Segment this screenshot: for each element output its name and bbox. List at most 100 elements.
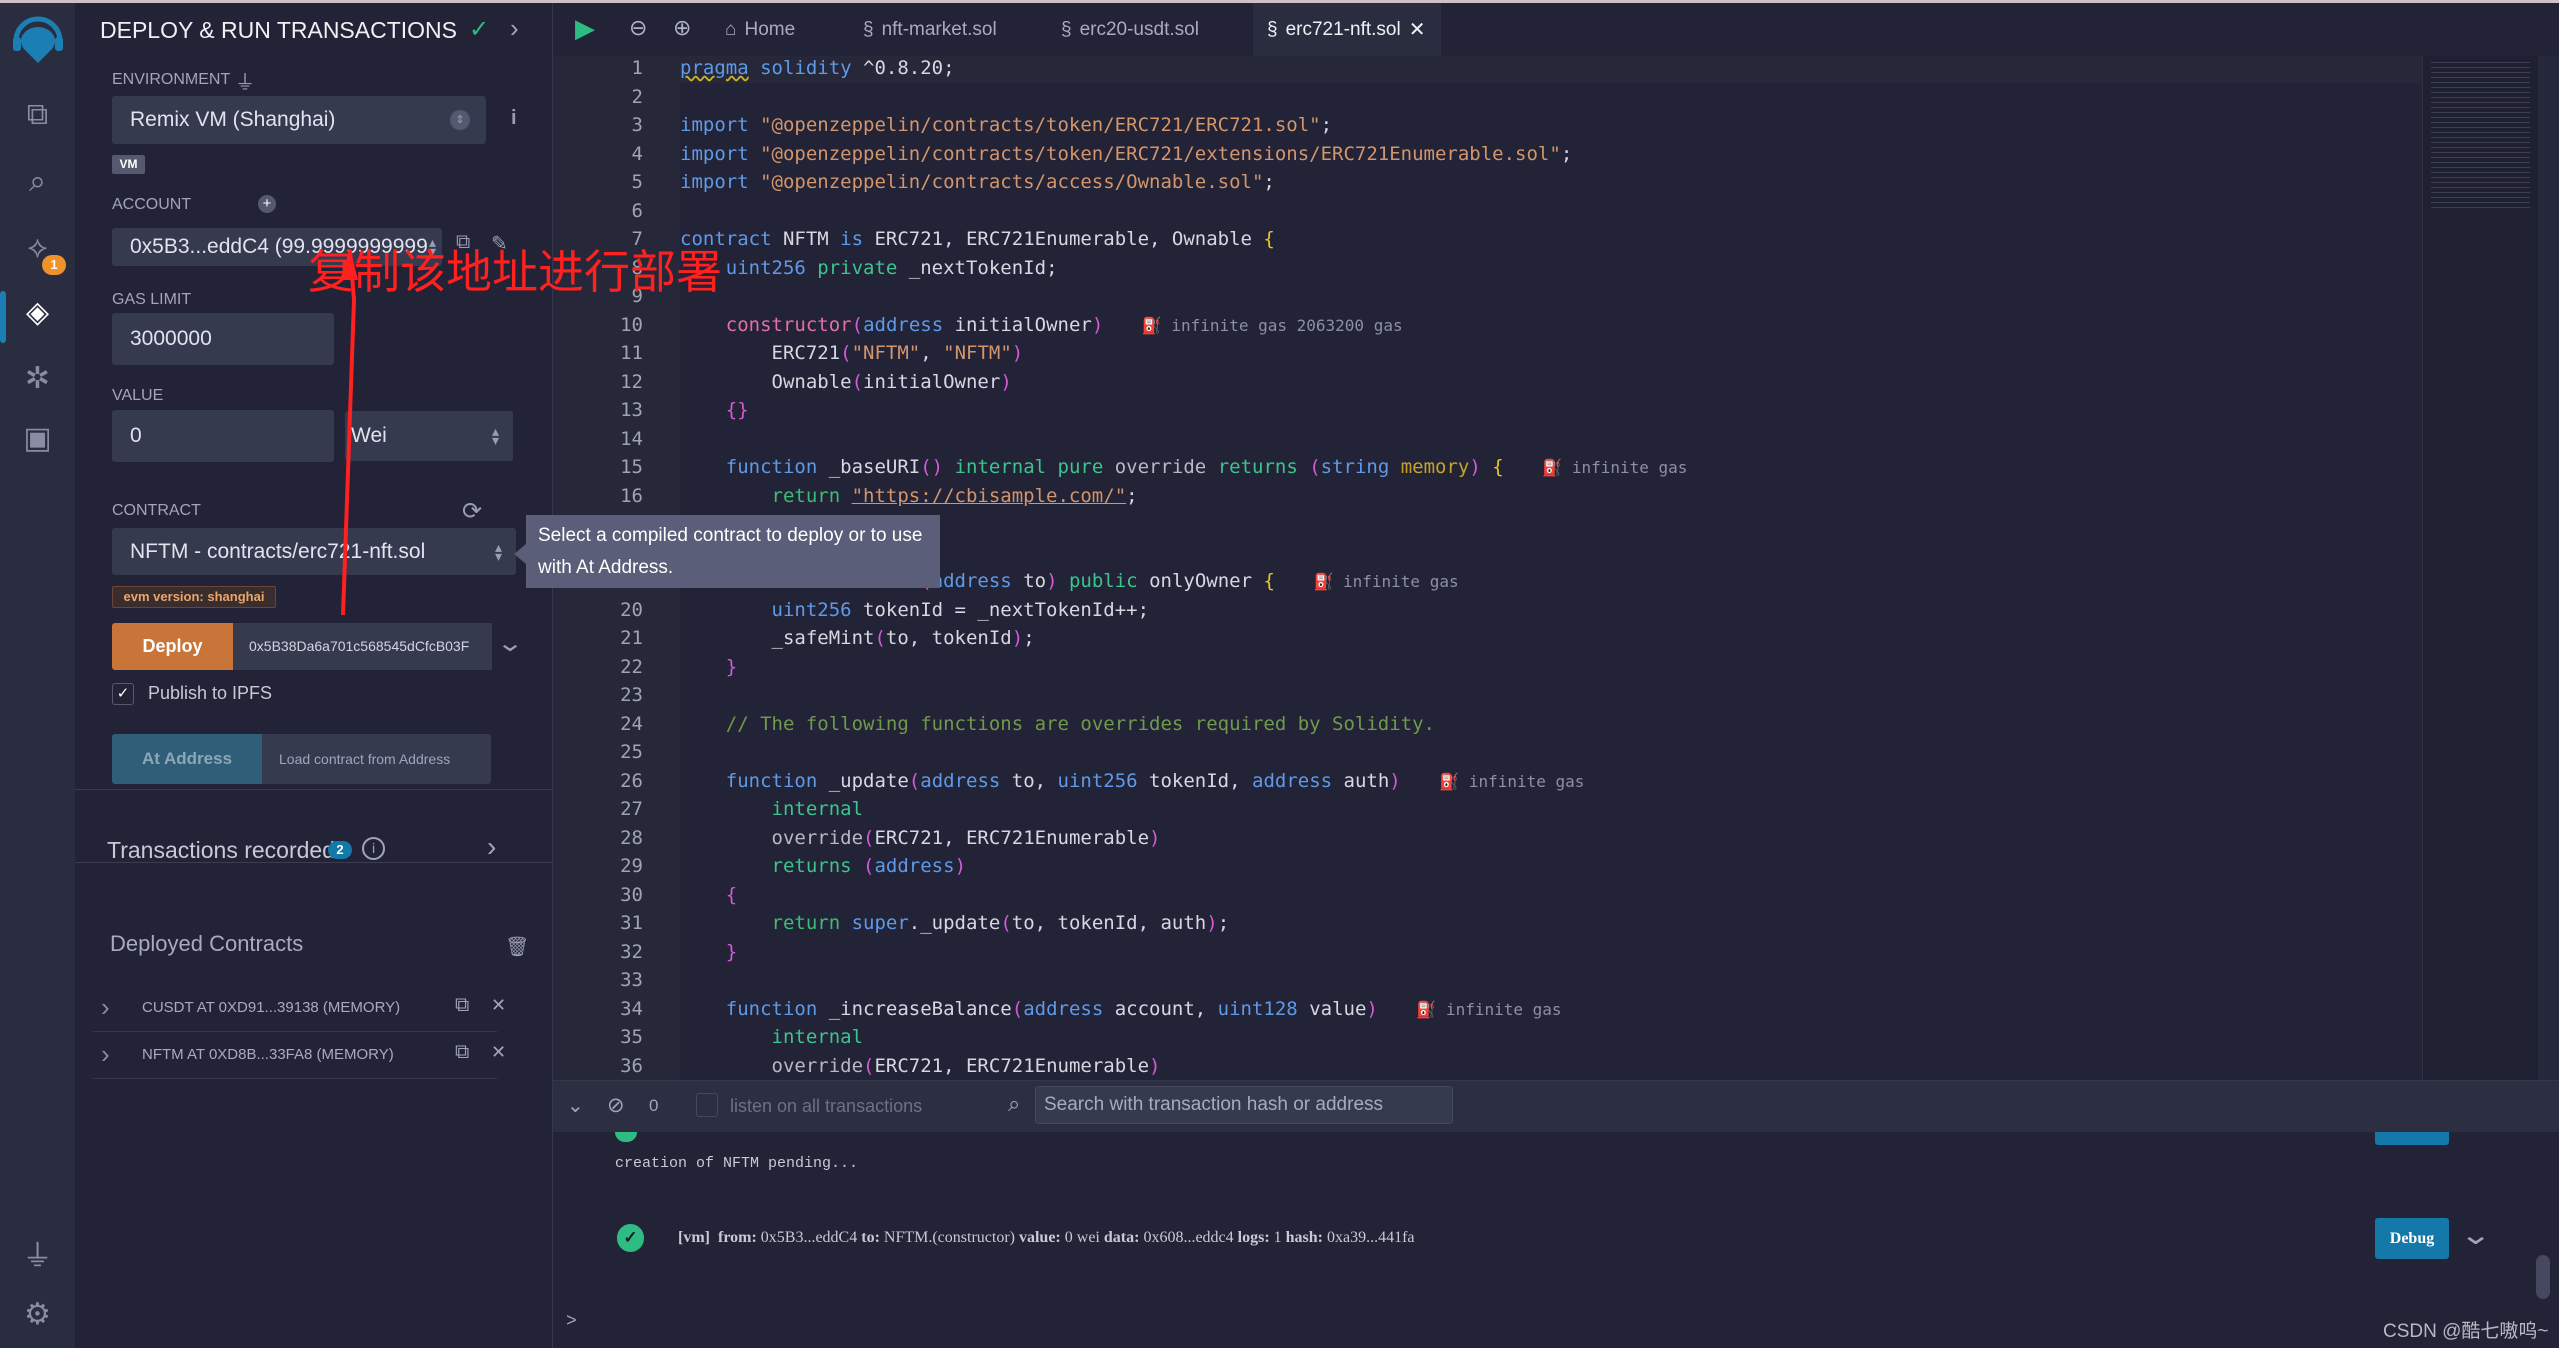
settings-gear-icon[interactable]: ⚙	[0, 1297, 75, 1332]
panel-title: DEPLOY & RUN TRANSACTIONS	[100, 17, 458, 43]
gas-limit-input[interactable]: 3000000	[112, 313, 334, 365]
add-account-icon[interactable]: +	[258, 195, 276, 213]
trash-icon[interactable]: 🗑	[505, 935, 529, 959]
code-line[interactable]: 12 Ownable(initialOwner)	[553, 368, 2422, 397]
search-icon[interactable]: ⌕	[0, 165, 75, 199]
clear-console-icon[interactable]: ⊘	[607, 1093, 625, 1118]
contract-select[interactable]: NFTM - contracts/erc721-nft.sol ▴ ▾	[112, 528, 516, 575]
code-line[interactable]: 15 function _baseURI() internal pure ove…	[553, 453, 2422, 482]
code-token: "@openzeppelin/contracts/token/ERC721/ex…	[760, 142, 1561, 165]
code-line[interactable]: 13 {}	[553, 396, 2422, 425]
chevron-right-icon[interactable]: ›	[510, 13, 519, 44]
close-icon[interactable]: ✕	[491, 1042, 506, 1063]
code-line[interactable]: 2	[553, 83, 2422, 112]
debug-button[interactable]: Debug	[2375, 1218, 2449, 1259]
tab-erc721-nft[interactable]: § erc721-nft.sol ✕	[1253, 3, 1441, 56]
terminal-scrollbar[interactable]	[2536, 1255, 2550, 1299]
code-line[interactable]: 24 // The following functions are overri…	[553, 710, 2422, 739]
code-line[interactable]: 16 return "https://cbisample.com/";	[553, 482, 2422, 511]
tab-nft-market[interactable]: § nft-market.sol	[863, 3, 997, 56]
code-line[interactable]: 34 function _increaseBalance(address acc…	[553, 995, 2422, 1024]
chevron-down-icon[interactable]: ⌄	[496, 629, 524, 658]
chevron-right-icon[interactable]: ›	[101, 1039, 110, 1070]
code-text: function _update(address to, uint256 tok…	[680, 767, 1585, 797]
tab-erc20-usdt[interactable]: § erc20-usdt.sol	[1061, 3, 1199, 56]
code-line[interactable]: 9	[553, 282, 2422, 311]
code-line[interactable]: 27 internal	[553, 795, 2422, 824]
code-line[interactable]: 11 ERC721("NFTM", "NFTM")	[553, 339, 2422, 368]
code-line[interactable]: 20 uint256 tokenId = _nextTokenId++;	[553, 596, 2422, 625]
copy-icon[interactable]: ⧉	[455, 994, 469, 1017]
code-token: _nextTokenId;	[908, 256, 1058, 279]
deployed-contract-row[interactable]: › NFTM AT 0XD8B...33FA8 (MEMORY) ⧉ ✕	[93, 1033, 506, 1079]
close-icon[interactable]: ✕	[491, 995, 506, 1016]
code-line[interactable]: 6	[553, 197, 2422, 226]
deploy-button[interactable]: Deploy	[112, 623, 233, 670]
code-line[interactable]: 23	[553, 681, 2422, 710]
chevron-right-icon[interactable]: ›	[487, 831, 496, 863]
plugin-manager-icon[interactable]: ⏚	[0, 1231, 75, 1275]
code-line[interactable]: 31 return super._update(to, tokenId, aut…	[553, 909, 2422, 938]
code-line[interactable]: 3 import "@openzeppelin/contracts/token/E…	[553, 111, 2422, 140]
refresh-icon[interactable]: ⟳	[462, 497, 482, 526]
line-number: 21	[620, 627, 643, 649]
code-line[interactable]: 25	[553, 738, 2422, 767]
learneth-icon[interactable]: ▣	[0, 421, 75, 456]
code-token: Ownable	[680, 370, 852, 393]
code-line[interactable]: 4 import "@openzeppelin/contracts/token/E…	[553, 140, 2422, 169]
code-line[interactable]: 5 import "@openzeppelin/contracts/access/…	[553, 168, 2422, 197]
publish-ipfs-checkbox[interactable]: ✓	[112, 683, 134, 705]
code-line[interactable]: 10 constructor(address initialOwner) ⛽ i…	[553, 311, 2422, 340]
code-line[interactable]: 29 returns (address)	[553, 852, 2422, 881]
code-line[interactable]: 36 override(ERC721, ERC721Enumerable)	[553, 1052, 2422, 1081]
transactions-recorded-label[interactable]: Transactions recorded	[107, 837, 335, 864]
info-icon[interactable]: i	[511, 107, 517, 130]
info-icon[interactable]: i	[362, 837, 385, 860]
copy-icon[interactable]: ⧉	[455, 1041, 469, 1064]
debugger-icon[interactable]: ✲	[0, 361, 75, 396]
value-unit-select[interactable]: Wei ▴ ▾	[345, 411, 513, 461]
close-tab-icon[interactable]: ✕	[1409, 17, 1426, 42]
listen-checkbox[interactable]	[696, 1093, 718, 1117]
zoom-out-icon[interactable]: ⊖	[629, 15, 647, 41]
code-line[interactable]: 32 }	[553, 938, 2422, 967]
file-explorer-icon[interactable]: ⧉	[0, 98, 75, 132]
code-token: ERC721, ERC721Enumerable, Ownable	[874, 228, 1264, 250]
transaction-search-input[interactable]: Search with transaction hash or address	[1035, 1086, 1453, 1124]
code-line[interactable]: 8 uint256 private _nextTokenId;	[553, 254, 2422, 283]
code-line[interactable]: 26 function _update(address to, uint256 …	[553, 767, 2422, 796]
deployed-contract-row[interactable]: › CUSDT AT 0XD91...39138 (MEMORY) ⧉ ✕	[93, 986, 506, 1032]
code-line[interactable]: 22 }	[553, 653, 2422, 682]
code-line[interactable]: 35 internal	[553, 1023, 2422, 1052]
code-line[interactable]: 1 pragma solidity ^0.8.20;	[553, 56, 2422, 83]
terminal-prompt[interactable]: >	[566, 1312, 577, 1332]
code-line[interactable]: 33	[553, 966, 2422, 995]
deploy-args-input[interactable]: 0x5B38Da6a701c568545dCfcB03F	[233, 623, 492, 670]
code-line[interactable]: 7 contract NFTM is ERC721, ERC721Enumerab…	[553, 225, 2422, 254]
debug-button[interactable]	[2375, 1132, 2449, 1145]
code-line[interactable]: 14	[553, 425, 2422, 454]
load-contract-address-input[interactable]: Load contract from Address	[262, 734, 491, 784]
code-line[interactable]: 28 override(ERC721, ERC721Enumerable)	[553, 824, 2422, 853]
deploy-run-icon[interactable]: ◈	[0, 295, 75, 330]
chevron-down-icon[interactable]: ⌄	[2459, 1218, 2492, 1251]
editor-scrollbar[interactable]	[2538, 56, 2559, 1080]
transaction-log[interactable]: [vm] from: 0x5B3...eddC4 to: NFTM.(const…	[678, 1229, 1415, 1247]
at-address-button[interactable]: At Address	[112, 734, 262, 784]
code-text: }	[680, 653, 737, 682]
zoom-in-icon[interactable]: ⊕	[673, 15, 691, 41]
code-line[interactable]: 21 _safeMint(to, tokenId);	[553, 624, 2422, 653]
remix-logo-icon[interactable]	[0, 11, 75, 79]
value-input[interactable]: 0	[112, 410, 334, 462]
code-text: function _baseURI() internal pure overri…	[680, 453, 1688, 483]
chevron-right-icon[interactable]: ›	[101, 992, 110, 1023]
code-line[interactable]: 30 {	[553, 881, 2422, 910]
environment-select[interactable]: Remix VM (Shanghai) ⇕	[112, 96, 486, 144]
collapse-terminal-icon[interactable]: ⌄	[567, 1093, 584, 1118]
minimap[interactable]	[2422, 56, 2538, 1080]
tab-home[interactable]: ⌂ Home	[725, 3, 795, 56]
run-play-icon[interactable]: ▶	[575, 13, 595, 44]
code-token: )	[1149, 826, 1161, 849]
